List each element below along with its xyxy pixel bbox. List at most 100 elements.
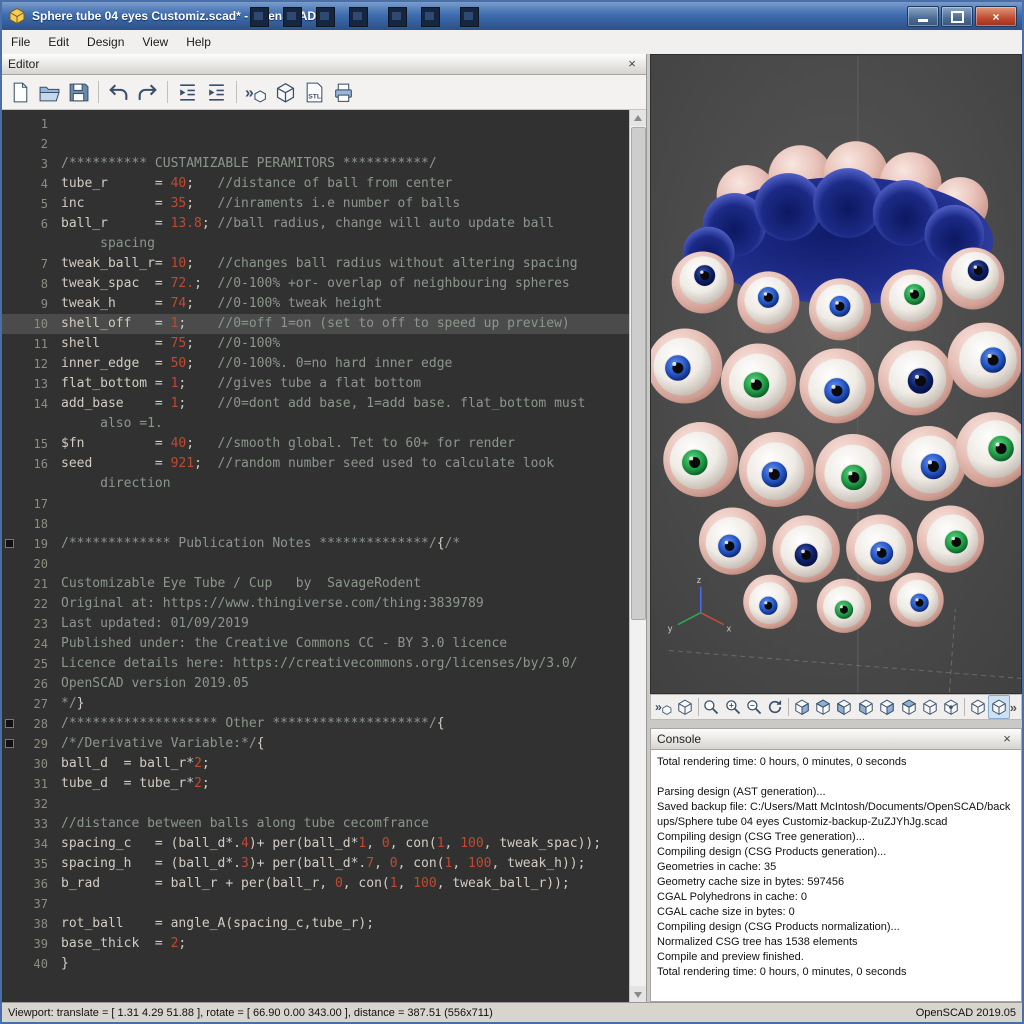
code-line-29[interactable]: 29/*/Derivative Variable:*/{ bbox=[2, 734, 630, 754]
code-line-33[interactable]: 33 //distance between balls along tube ce… bbox=[2, 814, 630, 834]
render-button[interactable] bbox=[271, 78, 300, 107]
close-button[interactable]: × bbox=[975, 6, 1017, 27]
fold-marker-icon[interactable] bbox=[5, 539, 14, 548]
code-line-2[interactable]: 2 bbox=[2, 134, 630, 154]
indent-button[interactable] bbox=[202, 78, 231, 107]
code-line-5[interactable]: 5 inc = 35; //inraments i.e number of bal… bbox=[2, 194, 630, 214]
code-line-9[interactable]: 9 tweak_h = 74; //0-100% tweak height bbox=[2, 294, 630, 314]
view-front-button[interactable] bbox=[877, 695, 898, 719]
view-center-button[interactable] bbox=[941, 695, 962, 719]
perspective-button[interactable] bbox=[967, 695, 988, 719]
view-right-icon bbox=[793, 698, 811, 716]
code-line-40[interactable]: 40} bbox=[2, 954, 630, 974]
code-line-13[interactable]: 13 flat_bottom = 1; //gives tube a flat b… bbox=[2, 374, 630, 394]
menu-design[interactable]: Design bbox=[78, 30, 133, 54]
zoom-in-button[interactable]: + bbox=[722, 695, 743, 719]
3d-viewport[interactable]: z x y bbox=[650, 54, 1022, 694]
menu-edit[interactable]: Edit bbox=[39, 30, 78, 54]
code-line-38[interactable]: 38 rot_ball = angle_A(spacing_c,tube_r); bbox=[2, 914, 630, 934]
code-line-18[interactable]: 18 bbox=[2, 514, 630, 534]
code-line-39[interactable]: 39 base_thick = 2; bbox=[2, 934, 630, 954]
svg-text:STL: STL bbox=[308, 93, 321, 100]
menu-help[interactable]: Help bbox=[177, 30, 220, 54]
code-line-30[interactable]: 30 ball_d = ball_r*2; bbox=[2, 754, 630, 774]
export-stl-button[interactable]: STL bbox=[300, 78, 329, 107]
code-token: /******************* Other *************… bbox=[61, 716, 437, 731]
preview-button[interactable]: » bbox=[242, 78, 271, 107]
code-text: tube_r = 40; //distance of ball from cen… bbox=[61, 174, 630, 194]
menu-file[interactable]: File bbox=[2, 30, 39, 54]
code-line-34[interactable]: 34 spacing_c = (ball_d*.4)+ per(ball_d* 1,… bbox=[2, 834, 630, 854]
code-line-1[interactable]: 1 bbox=[2, 114, 630, 134]
fold-marker-icon[interactable] bbox=[5, 739, 14, 748]
view-left-button[interactable] bbox=[855, 695, 876, 719]
code-line-25[interactable]: 25 Licence details here: https://creative… bbox=[2, 654, 630, 674]
toolbar-overflow-icon[interactable]: » bbox=[1010, 700, 1019, 715]
scroll-up-icon[interactable] bbox=[630, 110, 646, 126]
code-token: 75 bbox=[170, 336, 187, 351]
preview-button[interactable]: » bbox=[653, 695, 674, 719]
code-line-10[interactable]: 10 shell_off = 1; //0=off 1=on (set to of… bbox=[2, 314, 630, 334]
menu-view[interactable]: View bbox=[133, 30, 177, 54]
code-line-8[interactable]: 8 tweak_spac = 72.; //0-100% +or- overlap… bbox=[2, 274, 630, 294]
line-number: 34 bbox=[33, 837, 48, 851]
line-number: 21 bbox=[33, 577, 48, 591]
zoom-out-button[interactable]: − bbox=[743, 695, 764, 719]
code-line-14[interactable]: 14 add_base = 1; //0=dont add base, 1=add… bbox=[2, 394, 630, 434]
code-line-32[interactable]: 32 bbox=[2, 794, 630, 814]
new-file-button[interactable] bbox=[6, 78, 35, 107]
code-line-16[interactable]: 16 seed = 921; //random number seed used … bbox=[2, 454, 630, 494]
send-to-printer-button[interactable] bbox=[329, 78, 358, 107]
code-editor[interactable]: 1 2 3/********** CUSTAMIZABLE PERAMITORS *… bbox=[2, 110, 646, 1002]
view-top-button[interactable] bbox=[812, 695, 833, 719]
open-button[interactable] bbox=[35, 78, 64, 107]
minimize-button[interactable] bbox=[907, 6, 939, 27]
reset-view-button[interactable] bbox=[765, 695, 786, 719]
view-right-button[interactable] bbox=[791, 695, 812, 719]
redo-button[interactable] bbox=[133, 78, 162, 107]
editor-panel-close-icon[interactable]: × bbox=[624, 57, 640, 71]
editor-scrollbar[interactable] bbox=[629, 110, 646, 1002]
undo-button[interactable] bbox=[104, 78, 133, 107]
view-diagonal-button[interactable] bbox=[919, 695, 940, 719]
save-button[interactable] bbox=[64, 78, 93, 107]
view-bottom-button[interactable] bbox=[834, 695, 855, 719]
code-line-12[interactable]: 12 inner_edge = 50; //0-100%. 0=no hard i… bbox=[2, 354, 630, 374]
titlebar[interactable]: Sphere tube 04 eyes Customiz.scad* - Ope… bbox=[2, 2, 1022, 30]
code-line-31[interactable]: 31 tube_d = tube_r*2; bbox=[2, 774, 630, 794]
code-line-3[interactable]: 3 /********** CUSTAMIZABLE PERAMITORS ***… bbox=[2, 154, 630, 174]
render-button[interactable] bbox=[674, 695, 695, 719]
scrollbar-thumb[interactable] bbox=[631, 127, 646, 620]
code-line-26[interactable]: 26 OpenSCAD version 2019.05 bbox=[2, 674, 630, 694]
code-line-36[interactable]: 36 b_rad = ball_r + per(ball_r, 0, con(1,… bbox=[2, 874, 630, 894]
code-line-19[interactable]: 19/************* Publication Notes *****… bbox=[2, 534, 630, 554]
code-line-27[interactable]: 27 */} bbox=[2, 694, 630, 714]
code-line-4[interactable]: 4 tube_r = 40; //distance of ball from ce… bbox=[2, 174, 630, 194]
console-output[interactable]: Total rendering time: 0 hours, 0 minutes… bbox=[651, 750, 1021, 1001]
code-line-28[interactable]: 28/******************* Other ***********… bbox=[2, 714, 630, 734]
code-line-20[interactable]: 20 bbox=[2, 554, 630, 574]
code-line-37[interactable]: 37 bbox=[2, 894, 630, 914]
fold-marker-icon[interactable] bbox=[5, 719, 14, 728]
unindent-button[interactable] bbox=[173, 78, 202, 107]
code-line-7[interactable]: 7 tweak_ball_r= 10; //changes ball radius… bbox=[2, 254, 630, 274]
code-line-35[interactable]: 35 spacing_h = (ball_d*.3)+ per(ball_d*.7… bbox=[2, 854, 630, 874]
editor-panel: Editor × » STL 1 2 3/********** CUSTAMIZABL… bbox=[2, 54, 647, 1002]
maximize-button[interactable] bbox=[941, 6, 973, 27]
console-panel-close-icon[interactable]: × bbox=[999, 732, 1015, 746]
code-line-23[interactable]: 23 Last updated: 01/09/2019 bbox=[2, 614, 630, 634]
orthogonal-button[interactable] bbox=[988, 695, 1010, 719]
code-token: 10 bbox=[170, 256, 187, 271]
code-line-21[interactable]: 21 Customizable Eye Tube / Cup by SavageR… bbox=[2, 574, 630, 594]
code-line-6[interactable]: 6 ball_r = 13.8; //ball radius, change wi… bbox=[2, 214, 630, 254]
view-back-button[interactable] bbox=[898, 695, 919, 719]
code-line-11[interactable]: 11 shell = 75; //0-100% bbox=[2, 334, 630, 354]
code-line-17[interactable]: 17 bbox=[2, 494, 630, 514]
code-text: inner_edge = 50; //0-100%. 0=no hard inn… bbox=[61, 354, 630, 374]
code-line-22[interactable]: 22 Original at: https://www.thingiverse.c… bbox=[2, 594, 630, 614]
console-line: Normalized CSG tree has 1538 elements bbox=[657, 936, 858, 948]
code-line-24[interactable]: 24 Published under: the Creative Commons … bbox=[2, 634, 630, 654]
scroll-down-icon[interactable] bbox=[630, 986, 646, 1002]
code-line-15[interactable]: 15 $fn = 40; //smooth global. Tet to 60+ … bbox=[2, 434, 630, 454]
view-all-button[interactable] bbox=[701, 695, 722, 719]
